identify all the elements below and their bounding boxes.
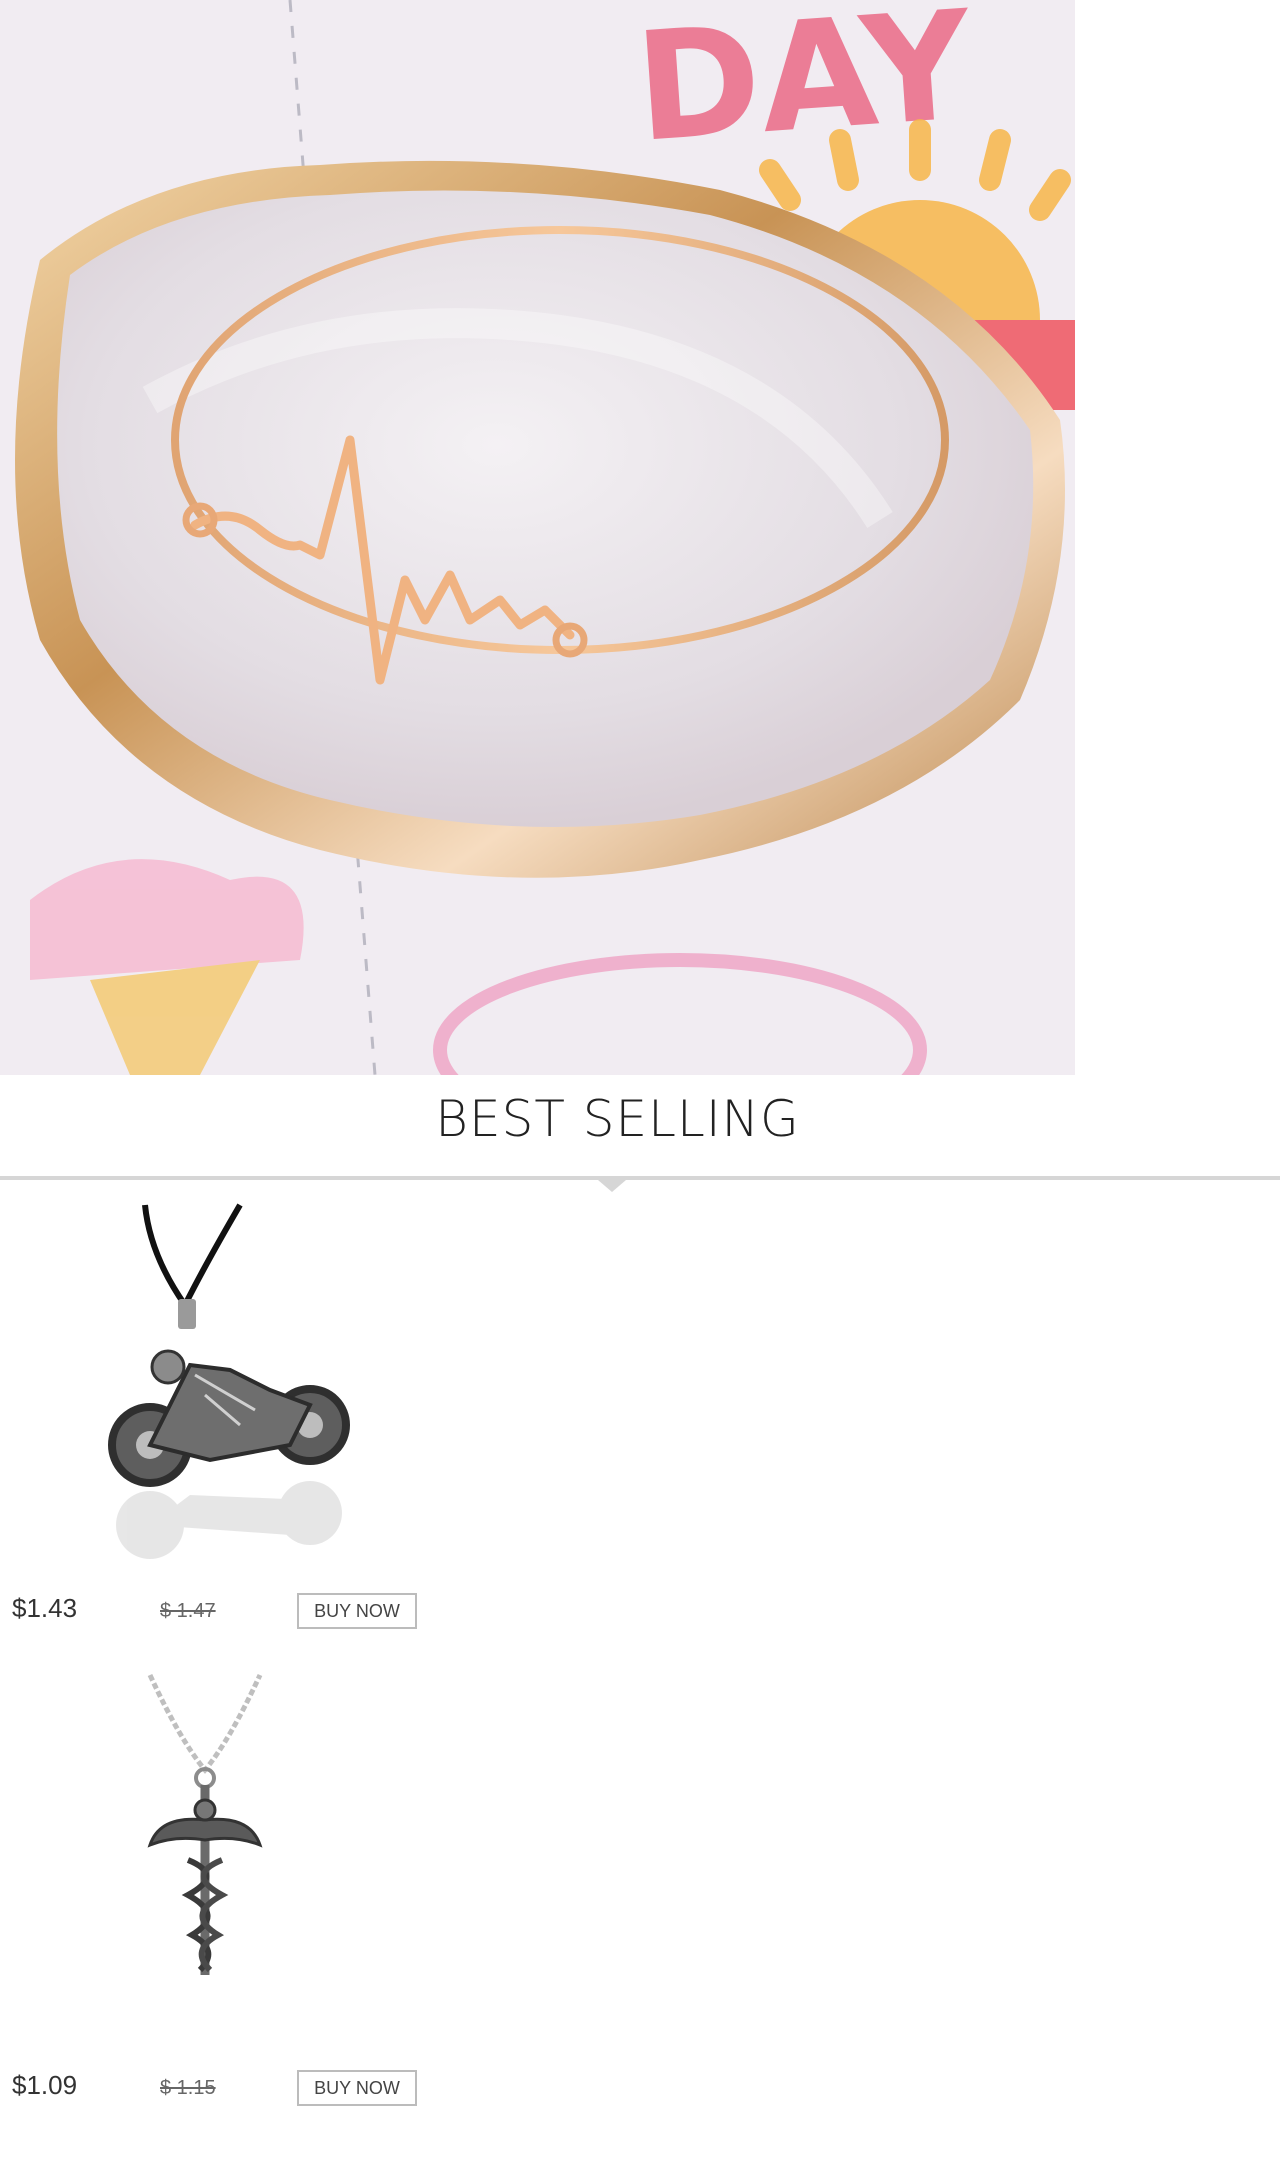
- divider-arrow-icon: [598, 1180, 626, 1192]
- product-old-price: $ 1.47: [160, 1600, 216, 1622]
- product-price: $1.09: [12, 2070, 78, 2100]
- bangle-photo: DAY: [0, 0, 1075, 1075]
- section-title: BEST SELLING: [435, 1090, 800, 1148]
- buy-now-button[interactable]: BUY NOW: [297, 1593, 417, 1629]
- product-old-price: $ 1.15: [160, 2077, 216, 2099]
- product-price: $1.43: [12, 1593, 78, 1623]
- product-image-motorcycle-pendant[interactable]: [80, 1195, 380, 1575]
- caduceus-pendant-icon: [147, 1673, 263, 1975]
- product-image-caduceus-pendant[interactable]: [80, 1670, 380, 2050]
- hero-image: DAY: [0, 0, 1075, 1075]
- product-card: $1.43 $ 1.47 BUY NOW: [0, 1195, 460, 1665]
- buy-now-button[interactable]: BUY NOW: [297, 2070, 417, 2106]
- motorcycle-skeleton-pendant-icon: [108, 1203, 350, 1559]
- section-divider: [0, 1176, 1280, 1180]
- product-card: $1.09 $ 1.15 BUY NOW: [0, 1670, 460, 2140]
